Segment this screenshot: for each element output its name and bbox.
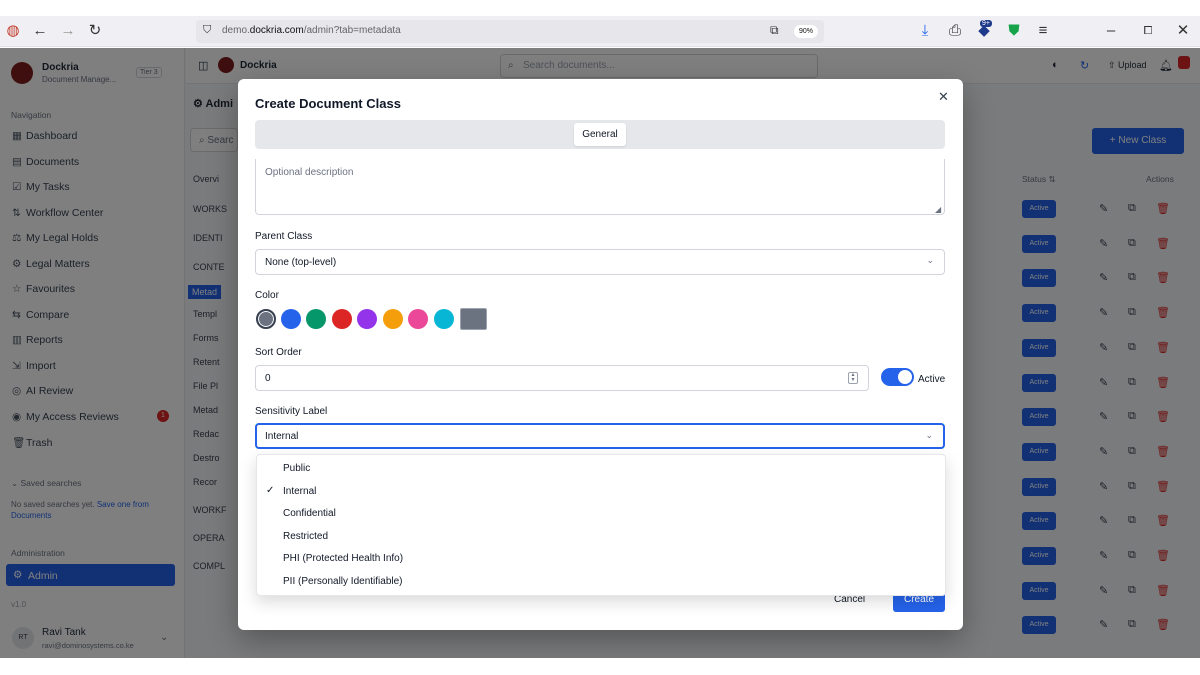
color-swatch[interactable]	[408, 309, 428, 329]
extension-badge: 9+	[980, 20, 992, 27]
toggle-knob	[898, 370, 912, 384]
address-bar[interactable]: ⛉ demo.dockria.com/admin?tab=metadata ⧉ …	[196, 20, 824, 43]
shield-extension-icon[interactable]: ⛊	[1005, 22, 1023, 40]
color-swatch[interactable]	[281, 309, 301, 329]
color-swatch[interactable]	[306, 309, 326, 329]
close-icon[interactable]: ✕	[938, 89, 949, 105]
color-swatch[interactable]	[357, 309, 377, 329]
sensitivity-option[interactable]: ✓ Internal	[257, 481, 945, 503]
zoom-level[interactable]: 90%	[794, 25, 818, 38]
share-icon[interactable]: ⎙	[946, 22, 964, 40]
window-close-icon[interactable]: ✕	[1174, 22, 1192, 40]
tab-strip: General	[255, 120, 945, 149]
sensitivity-option[interactable]: Public	[257, 458, 945, 480]
dockria-logo-icon[interactable]: ◍	[4, 22, 22, 40]
browser-toolbar: ◍ ← → ↻ ⛉ demo.dockria.com/admin?tab=met…	[0, 16, 1200, 47]
tab-general[interactable]: General	[574, 123, 626, 146]
color-swatch[interactable]	[434, 309, 454, 329]
sensitivity-option-label: Public	[283, 463, 311, 474]
sensitivity-label: Sensitivity Label	[255, 406, 328, 417]
url-prefix: demo.	[222, 25, 250, 36]
color-swatch[interactable]	[332, 309, 352, 329]
sensitivity-option[interactable]: Restricted	[257, 526, 945, 548]
sensitivity-option[interactable]: Confidential	[257, 503, 945, 525]
url-domain: dockria.com	[249, 25, 304, 36]
description-field[interactable]: Optional description	[255, 159, 945, 215]
resize-handle-icon[interactable]: ◢	[935, 205, 941, 214]
back-icon[interactable]: ←	[31, 22, 49, 40]
shield-icon[interactable]: ⛉	[203, 24, 211, 37]
dialog-title: Create Document Class	[255, 96, 401, 111]
active-label: Active	[918, 374, 946, 385]
parent-class-label: Parent Class	[255, 231, 313, 242]
custom-color-picker[interactable]	[460, 308, 487, 330]
menu-icon[interactable]: ≡	[1034, 22, 1052, 40]
reload-icon[interactable]: ↻	[86, 22, 104, 40]
restore-icon[interactable]: ⧠	[1139, 22, 1157, 40]
check-icon: ✓	[266, 484, 275, 496]
sensitivity-option-label: Internal	[283, 485, 317, 497]
color-swatch[interactable]	[256, 309, 276, 329]
sort-order-input[interactable]: 0 ▴ ▾	[255, 365, 869, 391]
parent-class-value: None (top-level)	[265, 257, 337, 268]
parent-class-select[interactable]: None (top-level) ⌄	[255, 249, 945, 275]
sensitivity-option-label: Confidential	[283, 508, 336, 520]
chevron-down-icon: ⌄	[925, 430, 933, 440]
bottom-edge	[0, 658, 1200, 675]
sensitivity-value: Internal	[265, 431, 299, 442]
forward-icon[interactable]: →	[59, 22, 77, 40]
sort-order-label: Sort Order	[255, 347, 302, 358]
screenshot-icon[interactable]: ⧉	[770, 23, 779, 38]
sensitivity-option[interactable]: PII (Personally Identifiable)	[257, 571, 945, 593]
color-label: Color	[255, 290, 279, 301]
active-toggle[interactable]	[881, 368, 914, 386]
minimize-icon[interactable]: –	[1102, 22, 1120, 40]
color-swatch[interactable]	[383, 309, 403, 329]
chevron-down-icon: ⌄	[926, 255, 934, 265]
url-path: /admin?tab=metadata	[303, 25, 401, 36]
sensitivity-option-label: PHI (Protected Health Info)	[283, 553, 404, 565]
sensitivity-option[interactable]: PHI (Protected Health Info)	[257, 548, 945, 570]
sensitivity-options-list: Public ✓ Internal Confidential Restricted PHI…	[256, 454, 946, 596]
download-icon[interactable]: ⤓	[916, 22, 934, 40]
stepper-icon[interactable]: ▴ ▾	[848, 372, 858, 384]
sensitivity-option-label: Restricted	[283, 530, 329, 542]
sensitivity-option-label: PII (Personally Identifiable)	[283, 576, 403, 587]
sensitivity-select[interactable]: Internal ⌄	[255, 423, 945, 449]
sort-order-value: 0	[265, 373, 271, 384]
